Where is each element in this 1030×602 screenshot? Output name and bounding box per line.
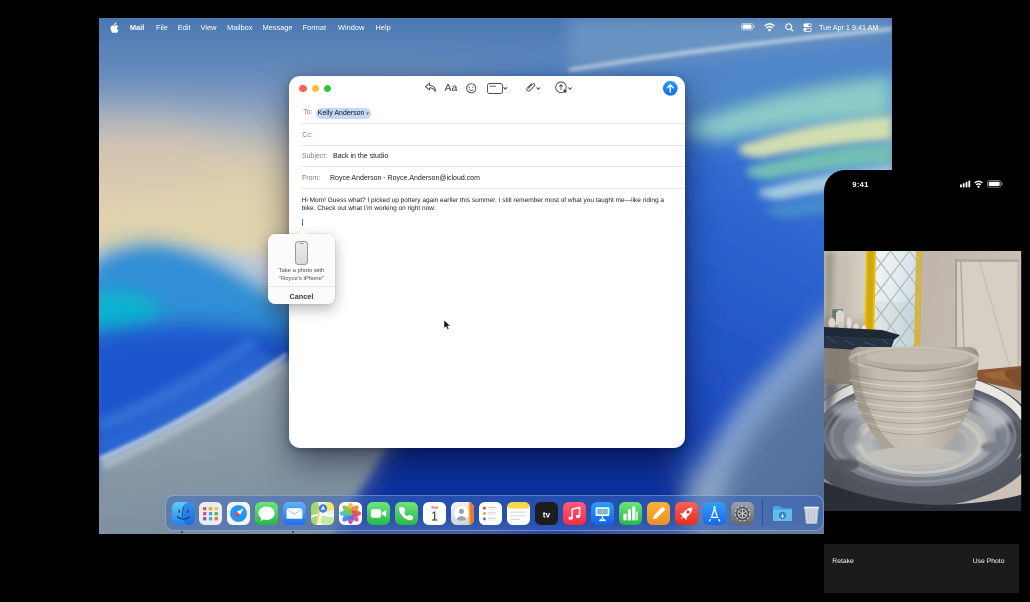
svg-text:tv: tv [543, 509, 551, 519]
svg-text:1: 1 [431, 509, 438, 523]
